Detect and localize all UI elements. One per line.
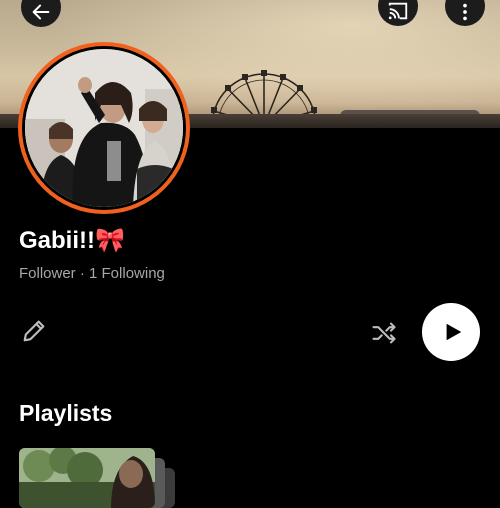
playlist-thumbnail-graphic — [19, 448, 155, 508]
profile-name: Gabii!!🎀 — [19, 226, 125, 255]
shuffle-icon — [372, 322, 396, 344]
pencil-icon — [23, 320, 45, 342]
edit-profile-button[interactable] — [20, 317, 48, 345]
follow-stats[interactable]: Follower · 1 Following — [19, 265, 165, 282]
playlists-heading: Playlists — [19, 400, 113, 426]
cast-icon — [388, 2, 408, 20]
playlist-card[interactable] — [19, 448, 179, 508]
play-icon — [446, 323, 462, 341]
profile-name-text: Gabii!! — [19, 227, 95, 254]
ribbon-emoji: 🎀 — [95, 227, 125, 254]
avatar-photo-graphic — [25, 49, 183, 207]
arrow-left-icon — [32, 4, 50, 20]
avatar-ring[interactable] — [18, 42, 190, 214]
more-vertical-icon — [463, 3, 467, 21]
avatar — [25, 49, 183, 207]
play-button[interactable] — [422, 303, 480, 361]
shuffle-button[interactable] — [370, 319, 398, 347]
playlist-thumbnail — [19, 448, 155, 508]
